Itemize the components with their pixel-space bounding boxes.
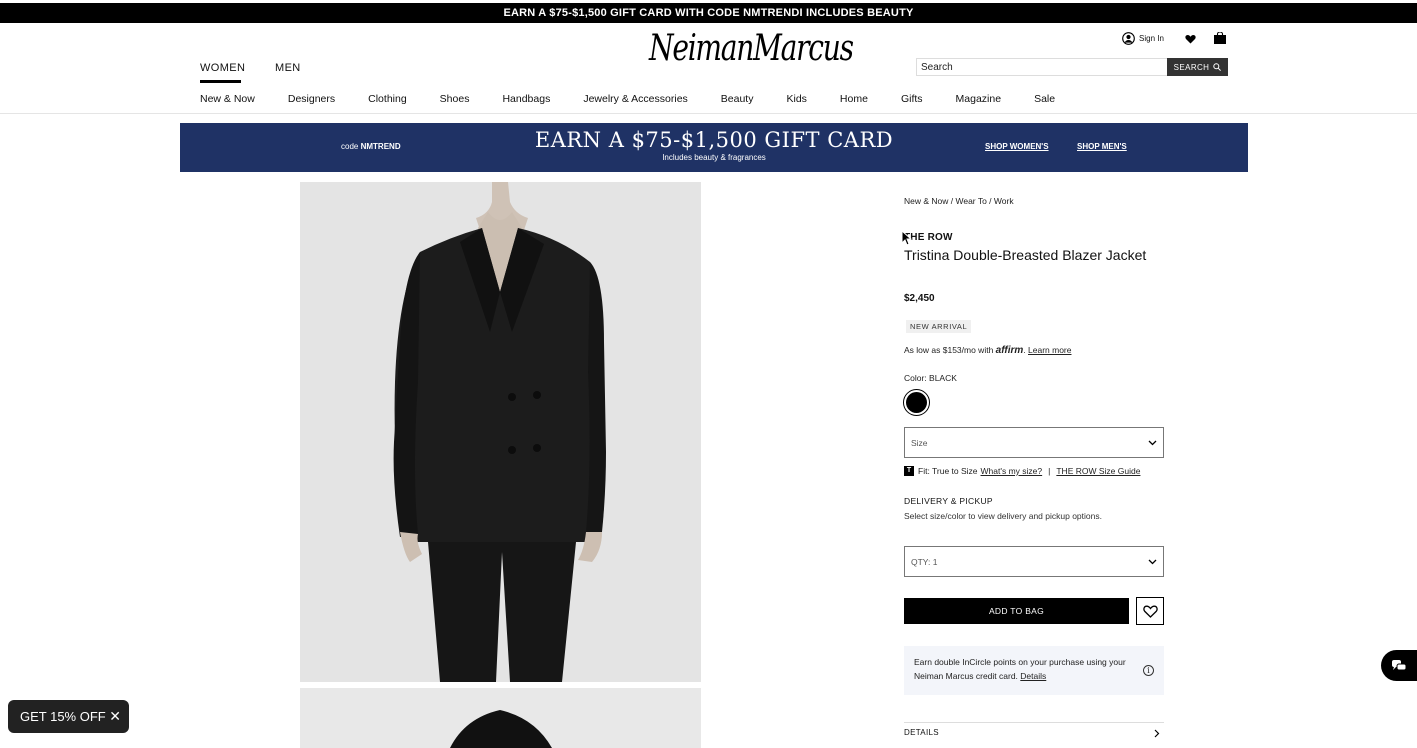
chevron-down-icon (1148, 440, 1157, 445)
affirm-logo: affirm (995, 345, 1024, 356)
quantity-select-label: QTY: 1 (911, 556, 938, 567)
product-title: Tristina Double-Breasted Blazer Jacket (904, 247, 1147, 263)
shop-mens-link[interactable]: SHOP MEN'S (1077, 142, 1127, 151)
nav-item-new-now[interactable]: New & Now (200, 93, 255, 105)
nav-item-beauty[interactable]: Beauty (721, 93, 754, 105)
product-image[interactable] (300, 182, 701, 682)
search-button[interactable]: SEARCH (1167, 58, 1228, 76)
mouse-cursor (901, 230, 912, 246)
tab-men[interactable]: MEN (275, 62, 301, 74)
nav-item-designers[interactable]: Designers (288, 93, 335, 105)
info-icon[interactable]: i (1143, 665, 1154, 676)
nav-item-clothing[interactable]: Clothing (368, 93, 407, 105)
shopping-bag-button[interactable] (1213, 32, 1227, 44)
close-icon[interactable]: ✕ (109, 709, 121, 723)
fit-separator: | (1048, 466, 1051, 476)
shop-womens-link[interactable]: SHOP WOMEN'S (985, 142, 1049, 151)
incircle-details-link[interactable]: Details (1020, 671, 1046, 681)
discount-label: GET 15% OFF (20, 709, 106, 724)
heart-icon (1142, 605, 1158, 618)
nav-item-home[interactable]: Home (840, 93, 868, 105)
color-swatch-fill (906, 392, 927, 413)
wishlist-button[interactable] (1185, 34, 1196, 44)
category-nav: New & Now Designers Clothing Shoes Handb… (200, 93, 1088, 105)
tab-women[interactable]: WOMEN (200, 62, 245, 74)
new-arrival-badge: NEW ARRIVAL (906, 320, 972, 333)
promo-banner[interactable]: code NMTREND EARN A $75-$1,500 GIFT CARD… (180, 123, 1248, 172)
user-icon (1122, 32, 1135, 45)
whats-my-size-link[interactable]: What's my size? (981, 466, 1043, 476)
color-label: Color: BLACK (904, 373, 957, 383)
incircle-promo: Earn double InCircle points on your purc… (904, 646, 1164, 695)
details-divider (904, 722, 1164, 723)
chat-icon (1392, 659, 1406, 670)
search-button-label: SEARCH (1173, 62, 1210, 72)
nav-item-magazine[interactable]: Magazine (956, 93, 1002, 105)
product-photo (300, 182, 701, 682)
nav-item-handbags[interactable]: Handbags (502, 93, 550, 105)
quantity-select[interactable]: QTY: 1 (904, 546, 1164, 577)
discount-tab[interactable]: GET 15% OFF ✕ (8, 700, 129, 733)
affirm-learn-more-link[interactable]: Learn more (1028, 345, 1071, 355)
size-guide-link[interactable]: THE ROW Size Guide (1056, 466, 1140, 476)
fit-text: Fit: True to Size (918, 466, 978, 476)
product-image-secondary[interactable] (300, 688, 701, 748)
search-input[interactable] (916, 58, 1168, 76)
heart-icon (1185, 35, 1196, 44)
nav-item-jewelry[interactable]: Jewelry & Accessories (583, 93, 687, 105)
add-to-bag-button[interactable]: ADD TO BAG (904, 598, 1129, 624)
nav-divider (0, 113, 1417, 114)
banner-subtext: Includes beauty & fragrances (662, 153, 766, 162)
size-select-label: Size (911, 437, 928, 448)
chevron-down-icon (1148, 559, 1157, 564)
details-accordion[interactable]: DETAILS (904, 728, 1164, 738)
fit-info: T Fit: True to Size What's my size? | TH… (904, 466, 1143, 476)
sign-in-link[interactable]: Sign In (1122, 32, 1164, 45)
nav-item-shoes[interactable]: Shoes (440, 93, 470, 105)
size-select[interactable]: Size (904, 427, 1164, 458)
product-photo-secondary (300, 688, 701, 748)
site-logo[interactable]: NeimanMarcus (649, 28, 854, 69)
sign-in-label: Sign In (1139, 34, 1164, 43)
product-price: $2,450 (904, 293, 935, 304)
delivery-pickup-title: DELIVERY & PICKUP (904, 496, 993, 506)
color-swatch-black[interactable] (903, 389, 930, 416)
active-tab-indicator (200, 80, 241, 83)
affirm-text: As low as $153/mo with (904, 345, 994, 355)
breadcrumb[interactable]: New & Now / Wear To / Work (904, 196, 1014, 206)
fit-icon: T (904, 466, 914, 476)
chat-button[interactable] (1381, 650, 1417, 681)
nav-item-gifts[interactable]: Gifts (901, 93, 923, 105)
shopping-bag-icon (1214, 32, 1226, 44)
nav-item-kids[interactable]: Kids (786, 93, 806, 105)
add-to-wishlist-button[interactable] (1136, 597, 1164, 625)
details-label: DETAILS (904, 728, 939, 737)
affirm-financing: As low as $153/mo with affirm. Learn mor… (904, 345, 1072, 356)
delivery-pickup-text: Select size/color to view delivery and p… (904, 511, 1102, 521)
promo-bar[interactable]: EARN A $75-$1,500 GIFT CARD WITH CODE NM… (0, 3, 1417, 23)
search-icon (1213, 63, 1222, 71)
nav-item-sale[interactable]: Sale (1034, 93, 1055, 105)
